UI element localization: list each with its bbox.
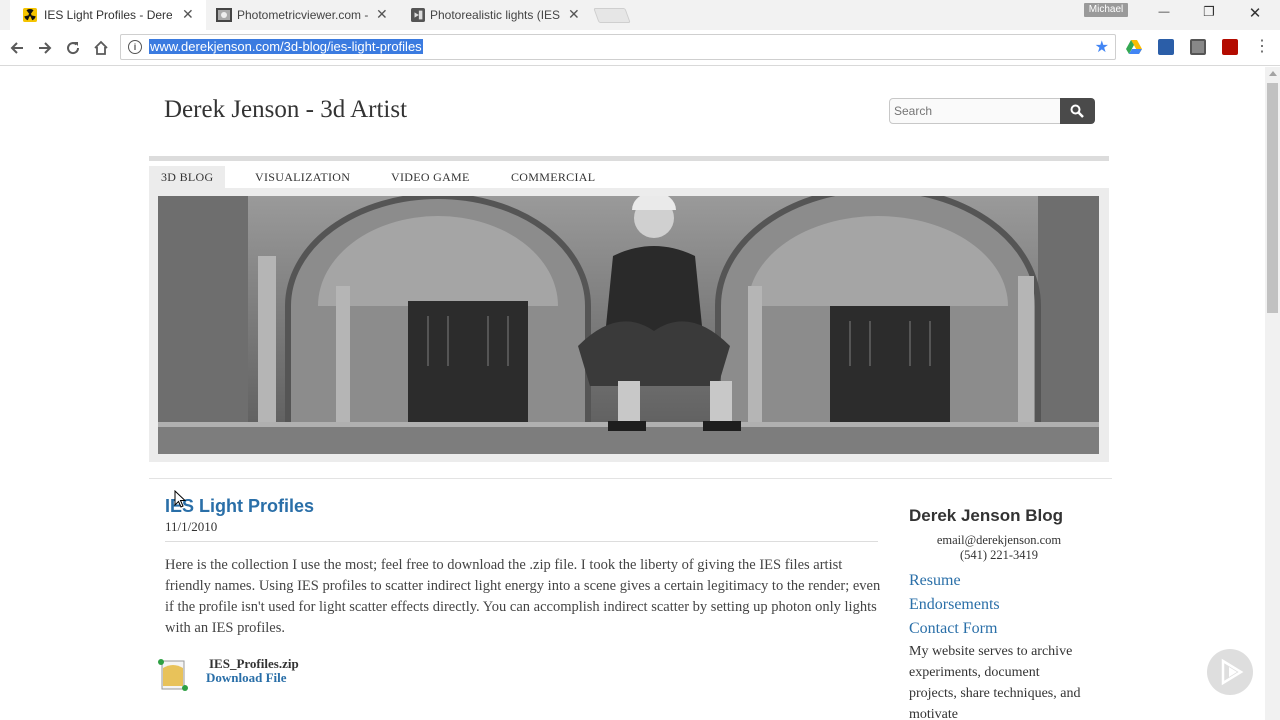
search-input[interactable] [889, 98, 1061, 124]
home-icon[interactable] [93, 40, 109, 56]
tab-photorealistic-lights[interactable]: Photorealistic lights (IES) ✕ [402, 0, 594, 30]
bookmark-star-icon[interactable]: ★ [1095, 37, 1109, 57]
close-tab-icon[interactable]: ✕ [182, 6, 194, 23]
pdf-icon[interactable] [1222, 39, 1238, 55]
search-button[interactable] [1060, 98, 1095, 124]
google-drive-icon[interactable] [1126, 39, 1142, 55]
divider [149, 478, 1112, 479]
profile-badge[interactable]: Michael [1084, 3, 1128, 17]
post-title[interactable]: IES Light Profiles [165, 496, 314, 517]
back-icon[interactable] [9, 40, 25, 56]
tab-title: Photometricviewer.com - [237, 8, 369, 22]
radiation-icon [23, 8, 37, 22]
site-title[interactable]: Derek Jenson - 3d Artist [164, 96, 407, 124]
sidebar-link-resume[interactable]: Resume [909, 572, 961, 590]
extension-icon[interactable] [1158, 39, 1174, 55]
menu-icon[interactable]: ⋮ [1252, 36, 1272, 56]
search-icon [1070, 104, 1084, 118]
scrollbar-thumb[interactable] [1267, 83, 1278, 313]
reload-icon[interactable] [65, 40, 81, 56]
minimize-icon[interactable]: — [1152, 6, 1176, 18]
zip-file-icon [158, 659, 188, 691]
download-file-link[interactable]: Download File [206, 670, 287, 686]
browser-toolbar: i www.derekjenson.com/3d-blog/ies-light-… [0, 30, 1280, 66]
sidebar-link-endorsements[interactable]: Endorsements [909, 596, 1000, 614]
mouse-cursor-icon [174, 490, 186, 508]
tab-ies-light-profiles[interactable]: IES Light Profiles - Derek ✕ [10, 0, 206, 30]
tab-title: Photorealistic lights (IES) [430, 8, 560, 22]
scroll-up-icon[interactable] [1269, 71, 1277, 76]
tab-strip: IES Light Profiles - Derek ✕ Photometric… [0, 0, 1280, 30]
new-tab-button[interactable] [593, 8, 631, 23]
visual-studio-icon [411, 8, 425, 22]
banner-photo [158, 196, 1099, 454]
sidebar-contact: email@derekjenson.com (541) 221-3419 [909, 533, 1089, 563]
close-window-icon[interactable]: ✕ [1243, 4, 1267, 22]
forward-icon[interactable] [37, 40, 53, 56]
extension-m-icon[interactable] [1190, 39, 1206, 55]
post-divider [165, 541, 878, 542]
site-info-icon[interactable]: i [128, 40, 142, 54]
web-page: Derek Jenson - 3d Artist 3D BLOG VISUALI… [0, 67, 1265, 720]
sidebar-text: My website serves to archive experiments… [909, 644, 1081, 720]
tab-title: IES Light Profiles - Derek [44, 8, 172, 22]
site-nav: 3D BLOG VISUALIZATION VIDEO GAME COMMERC… [149, 156, 1109, 191]
sidebar-phone: (541) 221-3419 [959, 548, 1039, 562]
close-tab-icon[interactable]: ✕ [376, 6, 388, 23]
post-date: 11/1/2010 [165, 519, 218, 534]
play-overlay-button[interactable] [1207, 649, 1253, 695]
banner-frame [149, 188, 1109, 462]
address-bar[interactable]: i www.derekjenson.com/3d-blog/ies-light-… [120, 34, 1116, 60]
sidebar-link-contact-form[interactable]: Contact Form [909, 620, 997, 638]
post-body: Here is the collection I use the most; f… [165, 557, 881, 636]
tab-photometricviewer[interactable]: Photometricviewer.com - ✕ [206, 0, 402, 30]
sidebar-email[interactable]: email@derekjenson.com [909, 533, 1089, 548]
close-tab-icon[interactable]: ✕ [568, 6, 580, 23]
page-scrollbar[interactable] [1265, 67, 1280, 720]
play-icon [1221, 658, 1244, 686]
image-icon [216, 8, 232, 22]
sidebar-title: Derek Jenson Blog [909, 506, 1063, 525]
url-text[interactable]: www.derekjenson.com/3d-blog/ies-light-pr… [149, 39, 423, 54]
restore-icon[interactable]: ❐ [1197, 4, 1221, 20]
